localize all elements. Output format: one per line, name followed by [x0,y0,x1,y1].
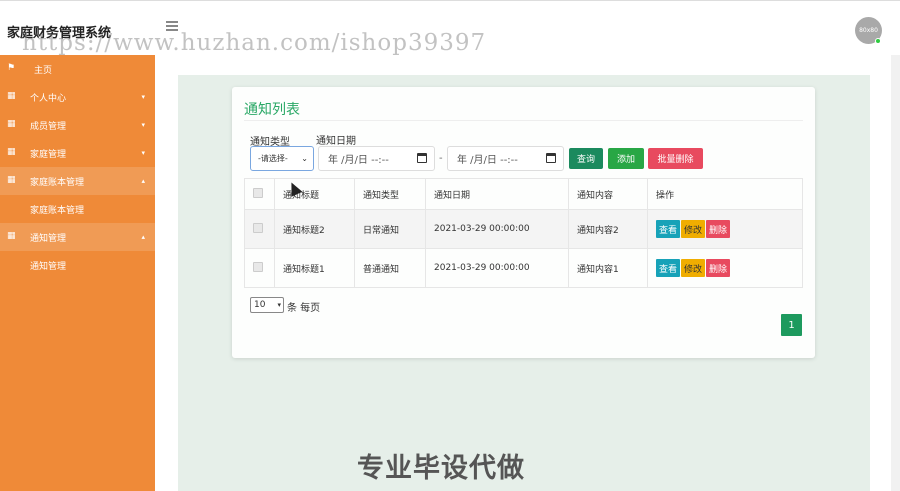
cell-date: 2021-03-29 00:00:00 [425,248,569,288]
select-all-cell [244,178,275,210]
chevron-down-icon: ⌄ [301,154,308,163]
column-header: 操作 [647,178,803,210]
delete-button[interactable]: 删除 [706,220,731,238]
sidebar-item-family[interactable]: ▦ 家庭管理 ▾ [0,139,155,167]
start-date-input[interactable]: 年 /月/日 --:-- [318,146,435,171]
chevron-down-icon: ▾ [141,93,145,101]
type-select[interactable]: -请选择- ⌄ [250,146,314,171]
scrollbar[interactable] [891,55,900,491]
sidebar-item-notifications[interactable]: ▦ 通知管理 ▴ [0,223,155,251]
online-status-icon [875,38,881,44]
divider [244,120,803,121]
search-button[interactable]: 查询 [569,148,603,169]
cell-date: 2021-03-29 00:00:00 [425,209,569,249]
notice-table: 通知标题 通知类型 通知日期 通知内容 操作 通知标题2 日常通知 2021-0… [244,178,803,288]
end-date-input[interactable]: 年 /月/日 --:-- [447,146,564,171]
sidebar-item-personal-center[interactable]: ▦ 个人中心 ▾ [0,83,155,111]
sidebar-item-ledger[interactable]: ▦ 家庭账本管理 ▴ [0,167,155,195]
column-header[interactable]: 通知标题 [274,178,355,210]
promo-watermark: 专业毕设代做 [357,453,525,484]
chevron-down-icon: ▾ [141,149,145,157]
table-row: 通知标题1 普通通知 2021-03-29 00:00:00 通知内容1 查看 … [244,248,803,288]
cell-title: 通知标题2 [274,209,355,249]
cell-type: 日常通知 [354,209,426,249]
cell-type: 普通通知 [354,248,426,288]
select-all-checkbox[interactable] [253,187,263,198]
page-size-select[interactable]: 10 ▾ [250,297,284,313]
sidebar-subitem-ledger[interactable]: 家庭账本管理 [0,195,155,223]
date-filter-label: 通知日期 [316,136,356,147]
column-header[interactable]: 通知内容 [568,178,648,210]
row-checkbox[interactable] [253,261,263,272]
flag-icon: ⚑ [7,63,16,73]
batch-delete-button[interactable]: 批量删除 [648,148,703,169]
row-actions: 查看 修改 删除 [656,220,802,238]
column-header[interactable]: 通知类型 [354,178,426,210]
add-button[interactable]: 添加 [608,148,644,169]
column-header[interactable]: 通知日期 [425,178,569,210]
sidebar: ⚑ 主页 ▦ 个人中心 ▾ ▦ 成员管理 ▾ ▦ 家庭管理 ▾ ▦ 家庭账本管理… [0,55,155,491]
calendar-icon[interactable] [417,153,427,163]
table-header-row: 通知标题 通知类型 通知日期 通知内容 操作 [244,178,803,210]
page-button-current[interactable]: 1 [781,314,802,336]
menu-toggle-icon[interactable] [166,21,178,31]
notice-list-card: 通知列表 通知类型 通知日期 -请选择- ⌄ 年 /月/日 --:-- - 年 … [232,87,815,358]
calendar-icon[interactable] [546,153,556,163]
grid-icon: ▦ [7,119,16,129]
app-title: 家庭财务管理系统 [7,26,112,41]
view-button[interactable]: 查看 [656,259,681,277]
row-actions: 查看 修改 删除 [656,259,802,277]
view-button[interactable]: 查看 [656,220,681,238]
chevron-up-icon: ▴ [141,177,145,185]
grid-icon: ▦ [7,147,16,157]
grid-icon: ▦ [7,175,16,185]
sidebar-item-members[interactable]: ▦ 成员管理 ▾ [0,111,155,139]
edit-button[interactable]: 修改 [681,259,706,277]
grid-icon: ▦ [7,91,16,101]
chevron-down-icon: ▾ [141,121,145,129]
page-title: 通知列表 [244,102,300,118]
sidebar-subitem-notifications[interactable]: 通知管理 [0,251,155,279]
cell-content: 通知内容2 [568,209,648,249]
edit-button[interactable]: 修改 [681,220,706,238]
row-checkbox[interactable] [253,222,263,233]
chevron-up-icon: ▴ [141,233,145,241]
top-header: 家庭财务管理系统 80x80 [0,0,900,55]
range-separator: - [439,153,443,164]
grid-icon: ▦ [7,231,16,241]
cell-title: 通知标题1 [274,248,355,288]
chevron-down-icon: ▾ [277,301,281,309]
delete-button[interactable]: 删除 [706,259,731,277]
sidebar-item-home[interactable]: ⚑ 主页 [0,55,155,83]
page-size-label: 条 每页 [287,303,321,314]
table-row: 通知标题2 日常通知 2021-03-29 00:00:00 通知内容2 查看 … [244,209,803,249]
cell-content: 通知内容1 [568,248,648,288]
